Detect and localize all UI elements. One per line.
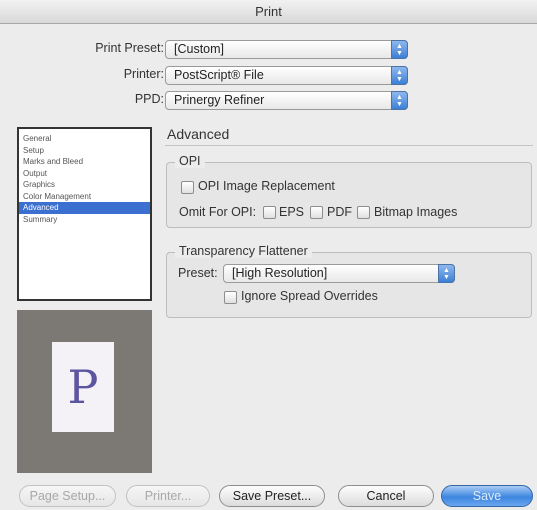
printer-popup[interactable]: PostScript® File ▲ ▼: [165, 66, 408, 85]
ppd-label: PPD:: [134, 92, 164, 106]
panel-title-divider: [165, 145, 533, 146]
sidebar-item-color-management[interactable]: Color Management: [19, 191, 150, 203]
panel-title: Advanced: [167, 126, 230, 142]
sidebar-item-summary[interactable]: Summary: [19, 214, 150, 226]
sidebar-item-general[interactable]: General: [19, 133, 150, 145]
cancel-button[interactable]: Cancel: [338, 485, 434, 507]
ignore-spread-overrides-checkbox[interactable]: [224, 291, 237, 304]
sidebar-item-graphics[interactable]: Graphics: [19, 179, 150, 191]
save-button[interactable]: Save: [441, 485, 533, 507]
sidebar-item-output[interactable]: Output: [19, 168, 150, 180]
ppd-popup[interactable]: Prinergy Refiner ▲ ▼: [165, 91, 408, 110]
page-preview: P: [17, 310, 152, 473]
transparency-flattener-group: [166, 252, 532, 318]
page-setup-button[interactable]: Page Setup...: [19, 485, 116, 507]
omit-bitmap-label: Bitmap Images: [374, 205, 458, 219]
opi-legend: OPI: [175, 154, 205, 168]
sidebar-item-advanced[interactable]: Advanced: [19, 202, 150, 214]
opi-image-replacement-checkbox[interactable]: [181, 181, 194, 194]
opi-image-replacement-label: OPI Image Replacement: [198, 179, 335, 193]
omit-pdf-checkbox[interactable]: [310, 206, 323, 219]
ignore-spread-overrides-label: Ignore Spread Overrides: [241, 289, 378, 303]
sidebar-item-marks-and-bleed[interactable]: Marks and Bleed: [19, 156, 150, 168]
print-preset-value: [Custom]: [174, 42, 225, 56]
flattener-preset-popup[interactable]: [High Resolution] ▲ ▼: [223, 264, 455, 283]
print-preset-label: Print Preset:: [95, 41, 164, 55]
flattener-preset-value: [High Resolution]: [232, 266, 328, 280]
flattener-preset-label: Preset:: [178, 266, 218, 280]
popup-arrows-icon: ▲ ▼: [391, 66, 408, 85]
popup-arrows-icon: ▲ ▼: [391, 91, 408, 110]
printer-button[interactable]: Printer...: [126, 485, 210, 507]
printer-label: Printer:: [123, 67, 164, 81]
omit-eps-checkbox[interactable]: [263, 206, 276, 219]
popup-arrows-icon: ▲ ▼: [391, 40, 408, 59]
window-title: Print: [255, 4, 282, 19]
omit-bitmap-checkbox[interactable]: [357, 206, 370, 219]
sidebar-item-setup[interactable]: Setup: [19, 145, 150, 157]
omit-eps-label: EPS: [279, 205, 305, 219]
printer-value: PostScript® File: [174, 68, 264, 82]
omit-pdf-label: PDF: [327, 205, 352, 219]
ppd-value: Prinergy Refiner: [174, 93, 265, 107]
print-preset-popup[interactable]: [Custom] ▲ ▼: [165, 40, 408, 59]
transparency-flattener-legend: Transparency Flattener: [175, 244, 312, 258]
omit-for-opi-label: Omit For OPI:: [179, 205, 257, 219]
save-preset-button[interactable]: Save Preset...: [219, 485, 325, 507]
window-title-bar: Print: [0, 0, 537, 24]
preview-page-letter: P: [52, 342, 114, 432]
popup-arrows-icon: ▲ ▼: [438, 264, 455, 283]
category-list[interactable]: General Setup Marks and Bleed Output Gra…: [17, 127, 152, 301]
